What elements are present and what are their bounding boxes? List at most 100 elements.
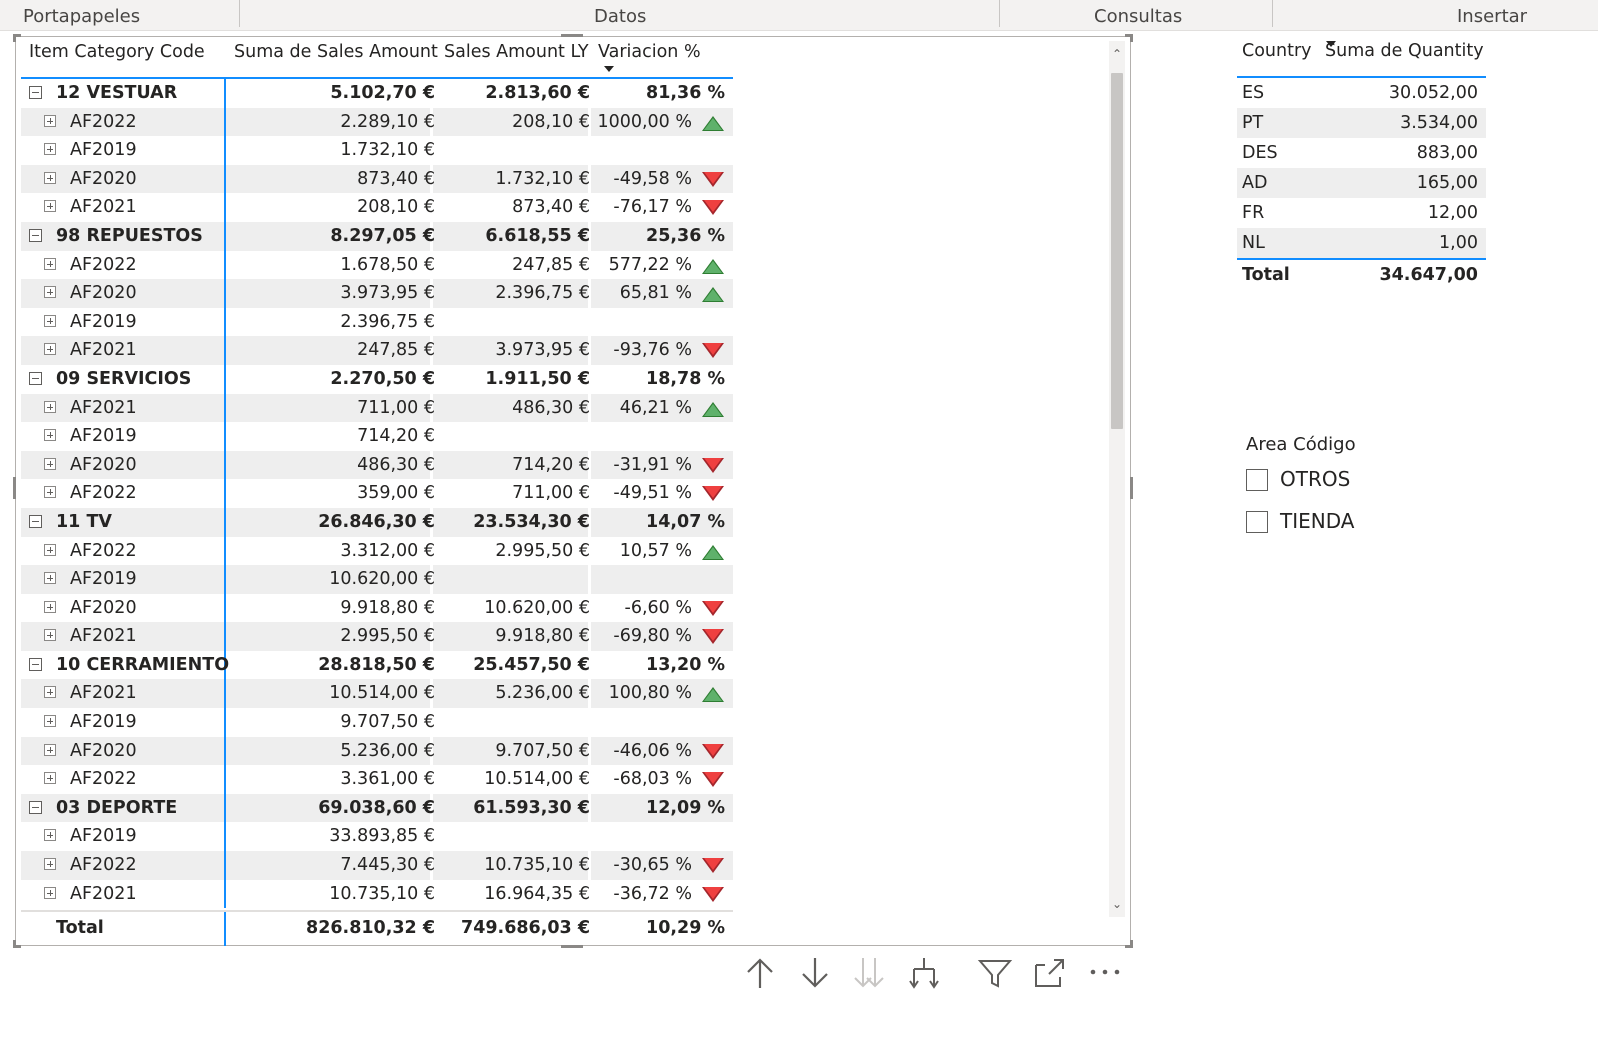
ribbon-separator (239, 0, 240, 27)
expand-icon[interactable] (44, 257, 56, 270)
collapse-icon[interactable] (29, 514, 42, 528)
sales-amount-cell: 1.732,10 € (340, 140, 435, 161)
collapse-icon[interactable] (29, 86, 42, 99)
resize-handle[interactable] (13, 477, 16, 499)
triangle-down-icon (702, 171, 724, 187)
resize-handle[interactable] (561, 945, 583, 948)
collapse-icon[interactable] (29, 800, 42, 814)
sales-amount-cell: 10.620,00 € (329, 569, 435, 590)
header-item-category-code[interactable]: Item Category Code (29, 42, 205, 62)
expand-icon[interactable] (44, 171, 56, 184)
table-row: AF2022 1.678,50 € 247,85 € 577,22 % (21, 250, 733, 280)
resize-handle[interactable] (13, 34, 16, 42)
expand-icon[interactable] (44, 886, 56, 899)
header-sales-amount-ly[interactable]: Sales Amount LY (444, 42, 589, 62)
triangle-down-icon (702, 486, 724, 502)
row-label: AF2020 (70, 597, 137, 618)
go-to-next-level-icon[interactable] (849, 953, 889, 993)
expand-icon[interactable] (44, 543, 56, 556)
table-row: AF2019 9.707,50 € (21, 708, 733, 737)
expand-icon[interactable] (44, 715, 56, 728)
expand-icon[interactable] (44, 114, 56, 127)
table-row: AF2021 711,00 € 486,30 € 46,21 % (21, 393, 733, 423)
sales-amount-ly-cell: 5.236,00 € (495, 683, 590, 704)
variacion-cell: -69,80 % (613, 626, 692, 647)
sales-amount-cell: 359,00 € (357, 483, 435, 504)
slicer-option-tienda[interactable]: TIENDA (1246, 507, 1506, 549)
column-separator (588, 708, 591, 737)
sales-amount-cell: 208,10 € (357, 197, 435, 218)
sales-amount-ly-cell: 16.964,35 € (484, 883, 590, 904)
matrix-visual[interactable]: Item Category Code Suma de Sales Amount … (13, 34, 1133, 948)
expand-icon[interactable] (44, 829, 56, 842)
header-variacion[interactable]: Variacion % (598, 42, 701, 62)
more-options-icon[interactable] (1085, 953, 1125, 993)
resize-handle[interactable] (1130, 34, 1133, 42)
checkbox[interactable] (1246, 469, 1268, 491)
expand-icon[interactable] (44, 429, 56, 442)
resize-handle[interactable] (13, 940, 16, 948)
row-label-cell: AF2022 (21, 765, 226, 794)
row-label-cell: AF2019 (21, 565, 226, 594)
scroll-down-icon[interactable]: ⌄ (1110, 897, 1124, 911)
header-suma-quantity[interactable]: Suma de Quantity (1325, 41, 1484, 61)
triangle-up-icon (702, 401, 724, 417)
ribbon-group-data[interactable]: Datos (594, 0, 646, 31)
header-sales-amount[interactable]: Suma de Sales Amount (234, 42, 438, 62)
ribbon-group-queries[interactable]: Consultas (1094, 0, 1182, 31)
checkbox[interactable] (1246, 511, 1268, 533)
country-cell: ES (1242, 83, 1265, 103)
collapse-icon[interactable] (29, 657, 42, 671)
expand-icon[interactable] (44, 686, 56, 699)
expand-icon[interactable] (44, 743, 56, 756)
sales-amount-ly-cell: 3.973,95 € (495, 340, 590, 361)
country-table[interactable]: Country Suma de Quantity ES 30.052,00 PT 3.… (1237, 36, 1486, 290)
sales-amount-ly-cell: 208,10 € (512, 111, 590, 132)
focus-mode-icon[interactable] (1030, 953, 1070, 993)
expand-icon[interactable] (44, 600, 56, 613)
row-label-cell: AF2021 (21, 679, 226, 709)
variacion-cell: -6,60 % (624, 597, 692, 618)
expand-icon[interactable] (44, 457, 56, 470)
expand-icon[interactable] (44, 858, 56, 871)
expand-icon[interactable] (44, 143, 56, 156)
ribbon-group-clipboard[interactable]: Portapapeles (23, 0, 140, 31)
row-label-cell: 10 CERRAMIENTO (21, 650, 229, 680)
collapse-icon[interactable] (29, 371, 42, 385)
resize-handle[interactable] (1130, 477, 1133, 499)
header-country[interactable]: Country (1242, 41, 1312, 61)
expand-icon[interactable] (44, 572, 56, 585)
scrollbar-thumb[interactable] (1111, 73, 1123, 429)
expand-icon[interactable] (44, 400, 56, 413)
expand-icon[interactable] (44, 343, 56, 356)
expand-icon[interactable] (44, 286, 56, 299)
expand-icon[interactable] (44, 486, 56, 499)
sort-descending-icon (1326, 41, 1336, 47)
expand-icon[interactable] (44, 314, 56, 327)
sales-amount-cell: 873,40 € (357, 168, 435, 189)
collapse-icon[interactable] (29, 228, 42, 242)
slicer-option-otros[interactable]: OTROS (1246, 465, 1506, 507)
slicer-option-label: TIENDA (1280, 509, 1355, 533)
scroll-up-icon[interactable]: ⌃ (1110, 47, 1124, 61)
triangle-up-icon (702, 687, 724, 703)
drill-down-icon[interactable] (795, 953, 835, 993)
resize-handle[interactable] (1130, 940, 1133, 948)
area-codigo-slicer: Area Código OTROS TIENDA (1246, 434, 1506, 549)
row-label: AF2022 (70, 769, 137, 790)
expand-icon[interactable] (44, 772, 56, 785)
table-row: AF2020 873,40 € 1.732,10 € -49,58 % (21, 164, 733, 194)
table-row: AF2021 10.514,00 € 5.236,00 € 100,80 % (21, 679, 733, 709)
expand-icon[interactable] (44, 200, 56, 213)
sales-amount-cell: 28.818,50 € (318, 654, 435, 675)
ribbon-group-insert[interactable]: Insertar (1457, 0, 1527, 31)
row-label: 09 SERVICIOS (56, 368, 192, 389)
expand-next-level-icon[interactable] (904, 953, 944, 993)
row-label: AF2019 (70, 426, 137, 447)
filter-icon[interactable] (975, 953, 1015, 993)
sales-amount-ly-cell: 873,40 € (512, 197, 590, 218)
row-label-cell: AF2021 (21, 336, 226, 365)
sales-amount-ly-cell: 1.911,50 € (485, 368, 590, 389)
drill-up-icon[interactable] (740, 953, 780, 993)
expand-icon[interactable] (44, 629, 56, 642)
